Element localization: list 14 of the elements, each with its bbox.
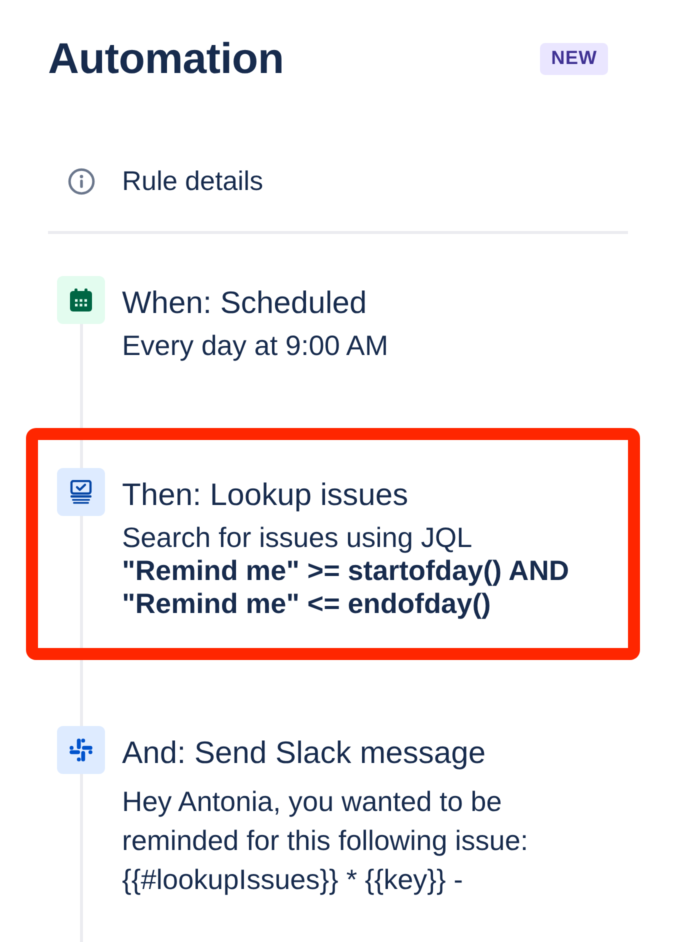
calendar-icon	[57, 276, 105, 324]
feature-badge: NEW	[540, 43, 608, 75]
info-icon	[68, 168, 95, 194]
message-text: Hey Antonia, you wanted to be reminded for this following issue: {{#lookupIssues}} * {{key}} -	[122, 785, 530, 897]
step-description: Every day at 9:00 AM	[122, 329, 390, 362]
jql-query: "Remind me" >= startofday() AND "Remind me" <= endofday()	[122, 554, 570, 620]
step-title: When: Scheduled	[122, 284, 368, 322]
step-title: Then: Lookup issues	[122, 476, 410, 514]
hash-icon	[57, 726, 105, 774]
monitor-check-icon	[57, 468, 105, 516]
page-title: Automation	[48, 34, 284, 84]
step-title: And: Send Slack message	[122, 734, 487, 772]
step-description: Search for issues using JQL	[122, 521, 474, 554]
rule-details-item[interactable]: Rule details	[48, 161, 272, 201]
